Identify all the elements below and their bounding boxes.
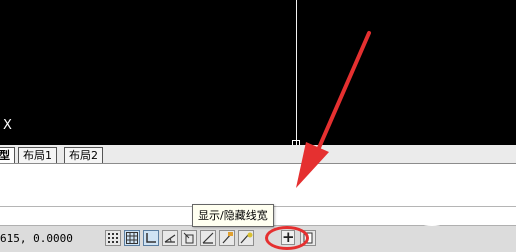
watermark-text: 中文网 (454, 211, 494, 227)
tab-model[interactable]: 型 (0, 147, 15, 163)
tab-layout2[interactable]: 布局2 (64, 147, 103, 163)
status-bar: 615, 0.0000 + (0, 225, 516, 252)
ucs-icon: X (3, 118, 12, 133)
crosshair-vertical-line (296, 0, 297, 145)
snap-icon[interactable] (105, 230, 121, 246)
php-logo: php (414, 208, 450, 226)
dynamic-ucs-icon[interactable] (238, 230, 254, 246)
coordinate-readout: 615, 0.0000 (0, 232, 73, 245)
drawing-canvas[interactable]: X (0, 0, 516, 145)
dynamic-input-icon[interactable] (219, 230, 235, 246)
osnap-icon[interactable] (181, 230, 197, 246)
layout-tab-bar: 型 布局1 布局2 (0, 145, 516, 164)
tab-layout1[interactable]: 布局1 (18, 147, 57, 163)
highlight-ring (265, 226, 309, 250)
polar-icon[interactable] (162, 230, 178, 246)
command-line-area[interactable] (0, 164, 516, 207)
grid-icon[interactable] (124, 230, 140, 246)
ortho-icon[interactable] (143, 230, 159, 246)
otrack-icon[interactable] (200, 230, 216, 246)
lineweight-tooltip: 显示/隐藏线宽 (192, 204, 274, 227)
watermark: php 中文网 (414, 205, 493, 229)
